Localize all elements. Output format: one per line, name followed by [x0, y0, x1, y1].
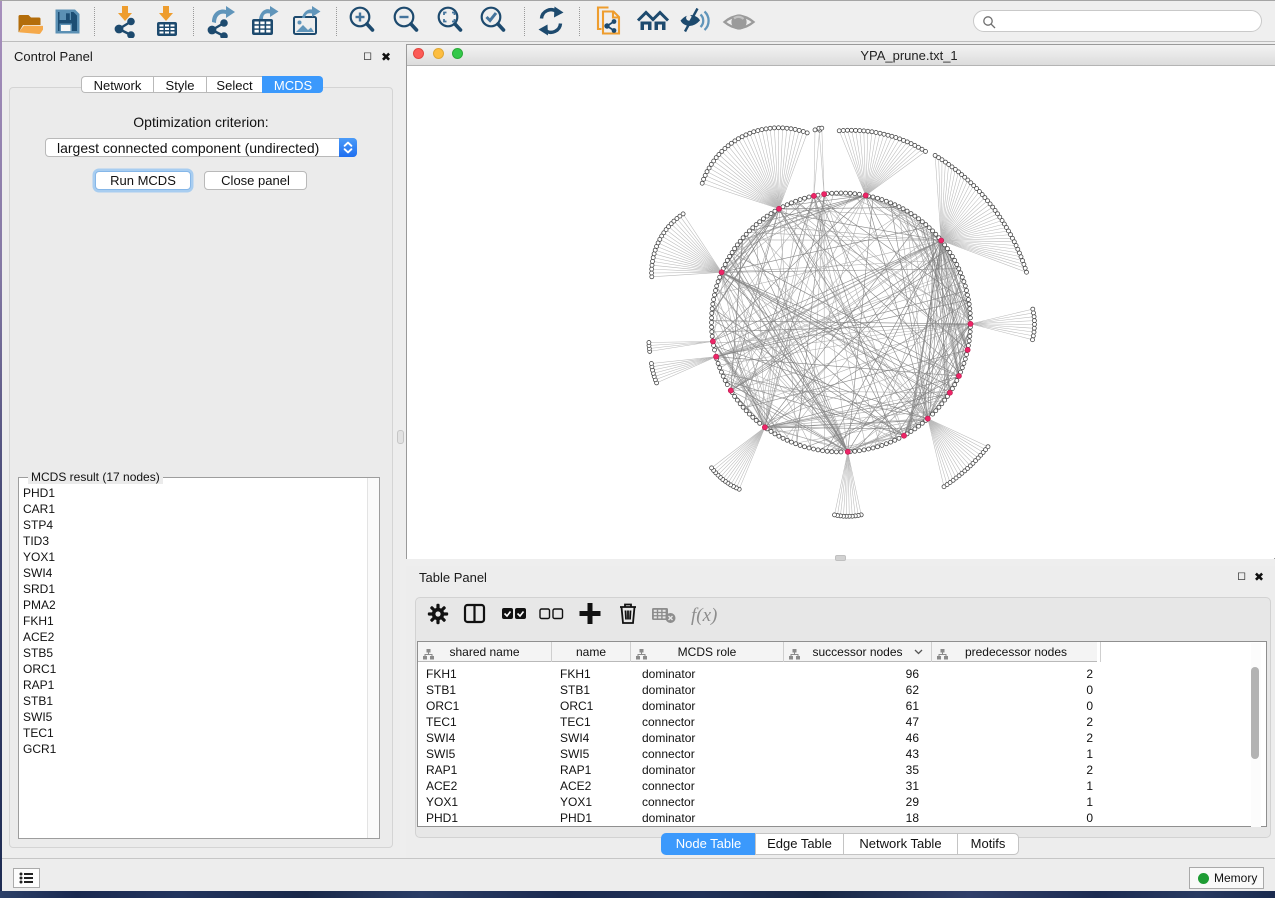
svg-text:f(x): f(x) — [691, 605, 717, 626]
